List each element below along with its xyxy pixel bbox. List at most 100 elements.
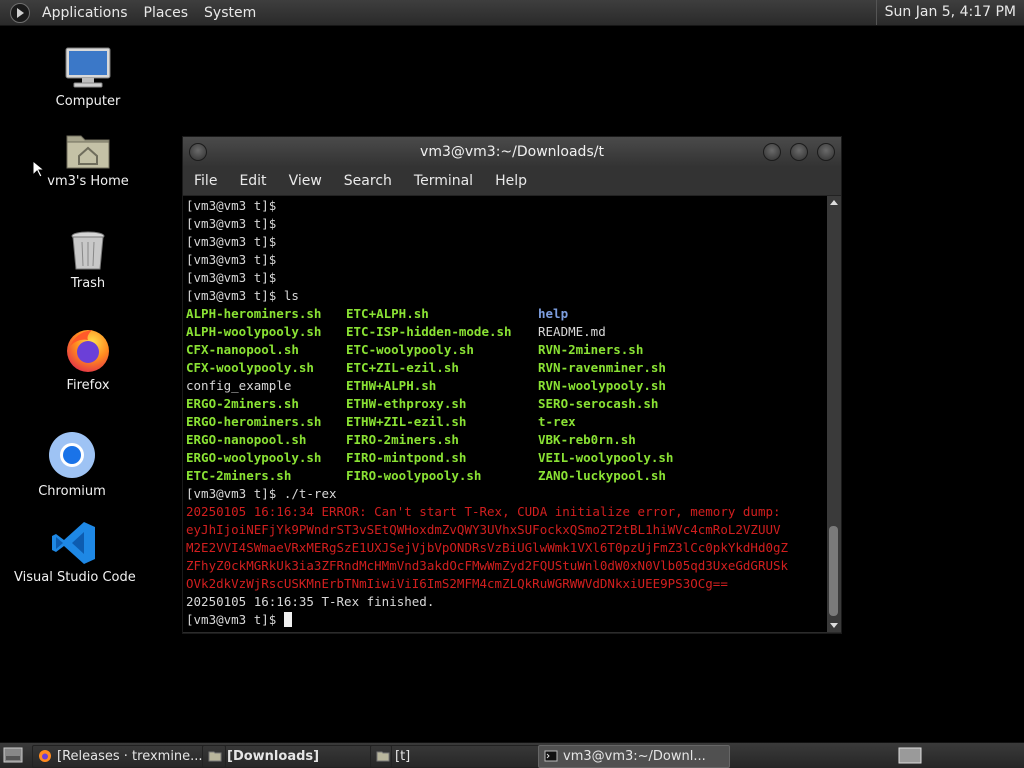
file-entry: help (538, 306, 569, 321)
terminal-line: 20250105 16:16:35 T-Rex finished. (186, 594, 435, 609)
window-menu-button[interactable] (189, 143, 207, 161)
file-entry: SERO-serocash.sh (538, 396, 659, 411)
file-entry: t-rex (538, 414, 576, 429)
desktop-icon-firefox[interactable]: Firefox (48, 326, 128, 393)
top-panel: Applications Places System Sun Jan 5, 4:… (0, 0, 1024, 26)
prompt-text: [vm3@vm3 t]$ (186, 612, 284, 627)
menu-edit[interactable]: Edit (228, 173, 277, 189)
taskbar-item-label: [Releases · trexmine... (57, 749, 203, 764)
chromium-icon (49, 432, 95, 478)
terminal-menubar: File Edit View Search Terminal Help (183, 167, 841, 196)
workspace-switcher-icon[interactable] (898, 747, 922, 764)
file-entry: FIRO-2miners.sh (346, 432, 459, 447)
error-line: M2E2VVI4SWmaeVRxMERgSzE1UXJSejVjbVpONDRs… (186, 540, 789, 555)
file-entry: CFX-woolypooly.sh (186, 360, 314, 375)
desktop-icon-chromium[interactable]: Chromium (32, 430, 112, 499)
mouse-cursor-icon (32, 160, 44, 178)
error-line: ZFhyZ0ckMGRkUk3ia3ZFRndMcHMmVnd3akdOcFMw… (186, 558, 789, 573)
maximize-button[interactable] (790, 143, 808, 161)
file-entry: CFX-nanopool.sh (186, 342, 299, 357)
taskbar-item-terminal[interactable]: vm3@vm3:~/Downl... (538, 745, 730, 768)
menu-applications[interactable]: Applications (34, 5, 136, 21)
menu-system[interactable]: System (196, 5, 264, 21)
file-entry: VBK-reb0rn.sh (538, 432, 636, 447)
text-cursor (283, 612, 292, 627)
file-entry: ETC-woolypooly.sh (346, 342, 474, 357)
show-desktop-icon[interactable] (3, 747, 23, 763)
file-entry: ZANO-luckypool.sh (538, 468, 666, 483)
taskbar-item-label: vm3@vm3:~/Downl... (563, 749, 706, 764)
terminal-line: [vm3@vm3 t]$ (186, 252, 277, 267)
window-titlebar[interactable]: vm3@vm3:~/Downloads/t (183, 137, 841, 167)
terminal-line: [vm3@vm3 t]$ ./t-rex (186, 486, 337, 501)
file-entry: ETHW-ethproxy.sh (346, 396, 467, 411)
bottom-panel: [Releases · trexmine... [Downloads] [t] … (0, 742, 1024, 768)
taskbar-item-t-folder[interactable]: [t] (370, 745, 560, 768)
vscode-icon (52, 522, 95, 564)
desktop-icon-vscode[interactable]: Visual Studio Code (14, 520, 136, 585)
taskbar-item-downloads[interactable]: [Downloads] (202, 745, 392, 768)
terminal-output[interactable]: [vm3@vm3 t]$ [vm3@vm3 t]$ [vm3@vm3 t]$ [… (183, 196, 827, 632)
monitor-icon (65, 47, 111, 88)
error-line: OVk2dkVzWjRscUSKMnErbTNmIiwiViI6ImS2MFM4… (186, 576, 728, 591)
file-entry: RVN-ravenminer.sh (538, 360, 666, 375)
taskbar-item-label: [t] (395, 749, 411, 764)
file-entry: README.md (538, 324, 606, 339)
error-line: 20250105 16:16:34 ERROR: Can't start T-R… (186, 504, 781, 519)
file-entry: ERGO-woolypooly.sh (186, 450, 322, 465)
file-entry: ERGO-nanopool.sh (186, 432, 307, 447)
trash-icon (71, 231, 105, 270)
menu-search[interactable]: Search (333, 173, 403, 189)
minimize-button[interactable] (763, 143, 781, 161)
desktop-icon-label: Trash (70, 276, 106, 291)
terminal-icon (544, 750, 558, 762)
taskbar-item-firefox[interactable]: [Releases · trexmine... (32, 745, 226, 768)
file-entry: ETHW+ALPH.sh (346, 378, 437, 393)
file-entry: ALPH-herominers.sh (186, 306, 322, 321)
menu-terminal[interactable]: Terminal (403, 173, 484, 189)
menu-help[interactable]: Help (484, 173, 538, 189)
home-folder-icon (66, 135, 110, 169)
firefox-icon (39, 750, 51, 762)
file-entry: ERGO-2miners.sh (186, 396, 299, 411)
terminal-line: [vm3@vm3 t]$ (186, 198, 277, 213)
terminal-window[interactable]: vm3@vm3:~/Downloads/t File Edit View Sea… (182, 136, 842, 634)
desktop-icon-computer[interactable]: Computer (48, 46, 128, 109)
menu-places[interactable]: Places (136, 5, 197, 21)
clock[interactable]: Sun Jan 5, 4:17 PM (875, 0, 1024, 25)
scroll-up-arrow-icon[interactable] (830, 200, 838, 205)
file-entry: ALPH-woolypooly.sh (186, 324, 322, 339)
file-entry: FIRO-mintpond.sh (346, 450, 467, 465)
window-title: vm3@vm3:~/Downloads/t (420, 144, 604, 160)
file-entry: ETC+ALPH.sh (346, 306, 429, 321)
file-entry: ETC-2miners.sh (186, 468, 292, 483)
desktop-icon-label: Firefox (66, 378, 110, 393)
desktop-icon-label: Computer (55, 94, 121, 109)
terminal-line: [vm3@vm3 t]$ (186, 270, 277, 285)
desktop-icon-home[interactable]: vm3's Home (40, 130, 136, 189)
folder-icon (376, 751, 390, 762)
file-entry: RVN-woolypooly.sh (538, 378, 666, 393)
error-line: eyJhIjoiNEFjYk9PWndrST3vSEtQWHoxdmZvQWY3… (186, 522, 781, 537)
taskbar-item-label: [Downloads] (227, 749, 320, 764)
distro-logo-icon[interactable] (10, 2, 30, 23)
desktop-icon-trash[interactable]: Trash (48, 230, 128, 291)
menu-view[interactable]: View (278, 173, 333, 189)
firefox-icon (67, 330, 109, 372)
menu-file[interactable]: File (183, 173, 228, 189)
desktop-icon-label: Chromium (38, 484, 106, 499)
file-entry: ETC+ZIL-ezil.sh (346, 360, 459, 375)
terminal-line: [vm3@vm3 t]$ ls (186, 288, 299, 303)
file-entry: ETC-ISP-hidden-mode.sh (346, 324, 512, 339)
desktop-icon-label: Visual Studio Code (14, 570, 136, 585)
file-entry: FIRO-woolypooly.sh (346, 468, 482, 483)
terminal-scrollbar[interactable] (827, 196, 841, 632)
file-entry: ERGO-herominers.sh (186, 414, 322, 429)
scroll-down-arrow-icon[interactable] (830, 623, 838, 628)
close-button[interactable] (817, 143, 835, 161)
terminal-line: [vm3@vm3 t]$ (186, 216, 277, 231)
terminal-prompt[interactable]: [vm3@vm3 t]$ (186, 611, 292, 629)
file-entry: RVN-2miners.sh (538, 342, 644, 357)
file-entry: ETHW+ZIL-ezil.sh (346, 414, 467, 429)
scrollbar-thumb[interactable] (829, 526, 838, 616)
